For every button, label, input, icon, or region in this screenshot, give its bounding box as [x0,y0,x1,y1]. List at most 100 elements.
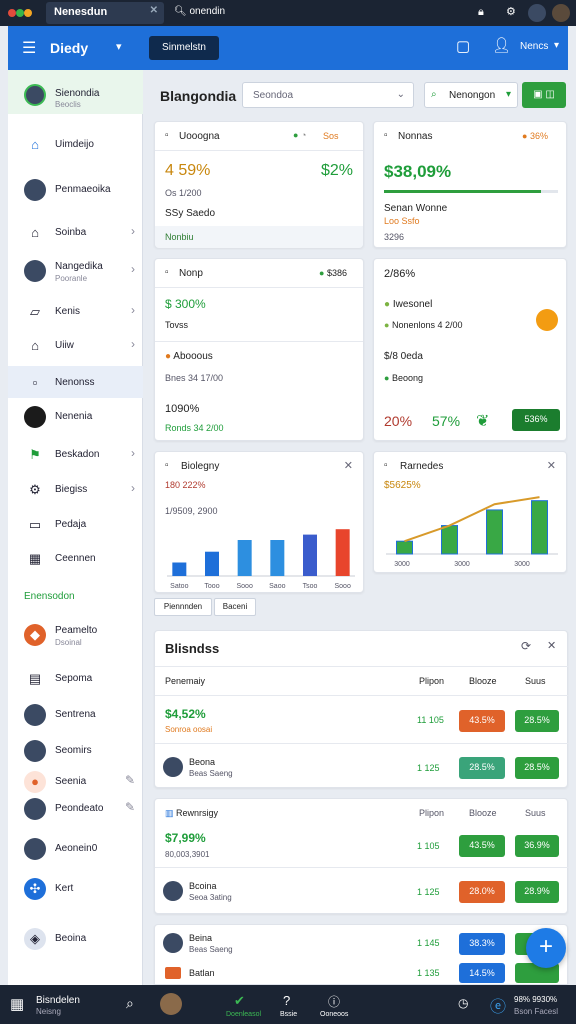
filter-chip[interactable]: Piennnden [154,598,212,616]
value-button[interactable]: 28.0% [459,881,505,903]
column-header[interactable]: Suus [525,676,546,686]
sidebar-item[interactable]: ⌂ Uiiw › [8,329,143,361]
sidebar-item[interactable]: Nangedika Pooranle › [8,254,143,286]
user-icon[interactable]: 👤︎ [492,36,511,54]
sidebar-item[interactable]: ✣ Kert [8,872,143,904]
home-icon: ⌂ [31,338,39,353]
bar [205,551,219,576]
avatar-secondary[interactable] [552,4,570,22]
column-header[interactable]: Blooze [469,676,497,686]
close-icon[interactable]: ✕ [547,459,556,472]
sidebar-item[interactable]: ▤ Sepoma [8,662,143,694]
check-icon[interactable]: ✔ [234,993,245,1009]
chevron-down-icon: ⌄ [396,89,405,100]
bar-chart: Satoo Tooo Sooo Saoo Tsoo Sooo [167,529,355,590]
close-icon[interactable]: ✕ [150,5,158,16]
help-icon[interactable]: ? [283,993,290,1008]
sidebar-item[interactable]: ◆ Peamelto Dsoinal [8,618,143,650]
chevron-right-icon: › [131,224,135,238]
tick-label: 3000 [514,561,530,568]
info-icon[interactable]: ⓘ [328,993,340,1010]
filter-chip[interactable]: Baceni [214,598,256,616]
chevron-down-icon[interactable]: ▾ [116,40,122,53]
search-button[interactable]: ⌕ Nenongon ▾ [424,82,518,108]
bar [172,562,187,576]
sidebar-item[interactable]: ⌂ Soinba › [8,216,143,248]
search-icon[interactable]: ⌕ [126,995,134,1012]
divider [155,150,363,151]
table-row[interactable]: Bcoina Seoa 3ating 1 125 28.0% 28.9% [155,873,569,909]
clock-icon[interactable]: ◷ [458,996,468,1010]
value-button[interactable]: 28.5% [459,757,505,779]
value-button[interactable]: 28.5% [515,757,559,779]
table-row[interactable]: Batlan 1 135 14.5% [155,963,569,985]
tick-label: Satoo [170,583,188,590]
value-button[interactable]: 38.3% [459,933,505,955]
square-icon: ▫ [384,130,388,141]
table-row[interactable]: Beona Beas Saeng 1 125 28.5% 28.5% [155,749,569,785]
taskbar: ▦ Bisndelen Neisng ⌕ ✔ Doenleasol ? Bssi… [0,985,576,1024]
stat-card: ▫ Nonp ● $386 $ 300% Tovss ● Abooous Bne… [154,258,364,441]
bar [486,509,503,555]
square-icon: ▫ [165,267,169,278]
chevron-right-icon: › [131,337,135,351]
edit-icon[interactable]: ✎ [125,773,135,787]
sidebar-item[interactable]: ▱ Kenis › [8,295,143,327]
value-button[interactable]: 14.5% [459,963,505,983]
sidebar-item[interactable]: ◈ Beoina [8,922,143,954]
bar-line-chart: 3000 3000 3000 [386,496,558,568]
top-button[interactable]: Sinmelstn [149,36,219,60]
avatar [24,260,46,282]
avatar[interactable] [160,993,182,1015]
search-icon: ⌕ [431,89,437,100]
sidebar-item[interactable]: Seomirs [8,734,143,766]
table-row[interactable]: Beina Beas Saeng 1 145 38.3% [155,927,569,957]
calendar-button[interactable]: ▣ ◫ [522,82,566,108]
sidebar-item[interactable]: ⚙ Biegiss › [8,473,143,505]
sidebar-item-active[interactable]: ▫ Nenonss [8,366,143,398]
status-badge: ● $386 [319,268,347,278]
refresh-icon[interactable]: ⟳ [521,639,531,653]
column-header[interactable]: Plipon [419,676,444,686]
sidebar-item[interactable]: ⌂ Uimdeijo [8,128,143,160]
status-badge: Sos [323,131,339,141]
calendar-icon: ▤ [28,671,42,686]
settings-icon[interactable]: ⚙ [506,5,516,18]
grid-icon[interactable]: ▦ [10,995,24,1013]
close-icon[interactable]: ✕ [344,459,353,472]
tick-label: 3000 [454,561,470,568]
close-icon[interactable]: ✕ [547,639,556,652]
chevron-right-icon: › [131,481,135,495]
avatar [24,838,46,860]
column-header[interactable]: Penemaiy [165,676,205,686]
browser-tab[interactable]: 🔍︎ onendin [174,6,225,17]
sidebar-item[interactable]: ▦ Ceennen [8,542,143,574]
browser-tab-active[interactable]: Nenesdun ✕ [46,2,164,24]
value-button[interactable]: 36.9% [515,835,559,857]
avatar[interactable] [528,4,546,22]
value-button[interactable]: 28.9% [515,881,559,903]
percent-button[interactable]: 536% [512,409,560,431]
sidebar-item[interactable]: ▭ Pedaja [8,508,143,540]
value-button[interactable]: 43.5% [459,835,505,857]
add-button[interactable]: + [526,928,566,968]
leaf-icon: ❦ [476,413,490,430]
search-input[interactable]: Seondoa ⌄ [242,82,414,108]
bar [303,534,317,576]
browser-icon[interactable]: ⓔ [490,993,506,1017]
sidebar-item[interactable]: Penmaeoika [8,173,143,205]
sidebar-item[interactable]: Peondeato ✎ [8,792,143,824]
chevron-down-icon[interactable]: ▾ [554,40,559,51]
menu-icon[interactable]: ☰ [22,38,36,58]
value-button[interactable]: 43.5% [459,710,505,732]
edit-icon[interactable]: ✎ [125,800,135,814]
value-button[interactable]: 28.5% [515,710,559,732]
sidebar-item[interactable]: Nenenia [8,400,143,432]
sidebar-item-profile[interactable]: Sienondia Beoclis [8,70,143,114]
sidebar-item[interactable]: ⚑ Beskadon › [8,438,143,470]
chat-icon[interactable]: ▢ [456,37,470,55]
sidebar-item[interactable]: Sentrena [8,698,143,730]
lock-icon[interactable]: 🔒︎ [478,6,484,19]
sidebar-item[interactable]: Aeonein0 [8,832,143,864]
account-label[interactable]: Nencs [520,41,548,52]
